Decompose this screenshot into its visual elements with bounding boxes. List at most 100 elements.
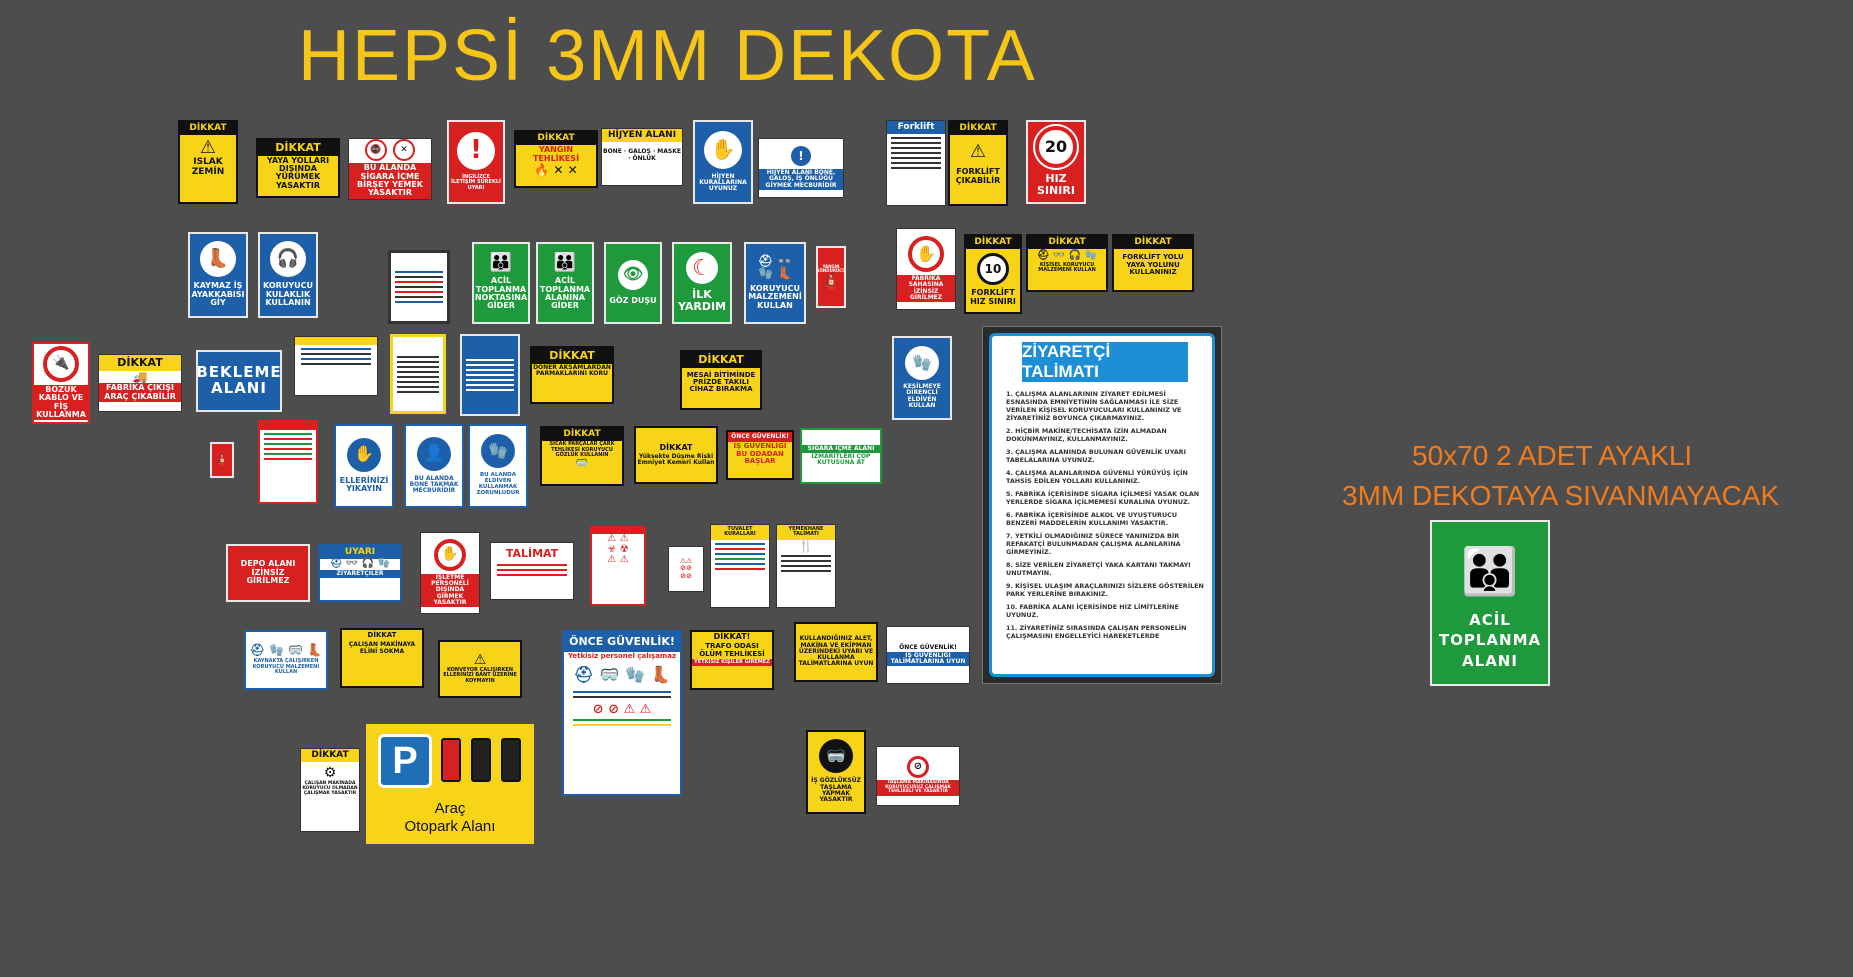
sign-instruction-board[interactable] bbox=[388, 250, 450, 324]
sign-header: YEMEKHANE TALİMATI bbox=[777, 525, 835, 540]
crescent-icon: ☾ bbox=[686, 252, 718, 285]
sign-speed-limit-20[interactable]: 20 HIZ SINIRI bbox=[1026, 120, 1086, 204]
assembly-line-2: TOPLANMA bbox=[1438, 631, 1542, 650]
sign-eye-wash[interactable]: 👁 GÖZ DUŞU bbox=[604, 242, 662, 324]
sign-text: KORUYUCU MALZEMENİ KULLAN bbox=[748, 284, 802, 310]
sign-conveyor[interactable]: ⚠ KONVEYOR ÇALIŞIRKEN ELLERİNİZİ BANT ÜZ… bbox=[438, 640, 522, 698]
sign-hygiene-apron[interactable]: ! HİJYEN ALANI BONE, GALOŞ, İŞ ÖNLÜĞÜ Gİ… bbox=[758, 138, 844, 198]
sign-fire-hazard[interactable]: DİKKAT YANGIN TEHLİKESİ 🔥 ✕ ✕ bbox=[514, 130, 598, 188]
sign-header: DİKKAT bbox=[950, 122, 1006, 136]
assembly-point-icon: 👪 bbox=[489, 252, 513, 274]
assembly-line-3: ALANI bbox=[1462, 651, 1518, 670]
sign-hot-parts[interactable]: DİKKAT SICAK PARÇALAR ÇARK TEHLİKESİ KOR… bbox=[540, 426, 624, 486]
sign-transformer-room[interactable]: DİKKAT! TRAFO ODASI ÖLÜM TEHLİKESİ YETKİ… bbox=[690, 630, 774, 690]
assembly-point-icon: 👪 bbox=[553, 252, 577, 274]
sign-safety-first-room[interactable]: ÖNCE GÜVENLİK! İŞ GÜVENLİĞİ BU ODADAN BA… bbox=[726, 430, 794, 480]
no-grinding-icon: ⊘ bbox=[907, 755, 929, 778]
sign-text: TRAFO ODASI ÖLÜM TEHLİKESİ bbox=[699, 642, 765, 658]
hand-wash-icon: ✋ bbox=[347, 437, 381, 472]
sign-rotating-parts[interactable]: DİKKAT DÖNER AKSAMLARDAN PARMAKLARINI KO… bbox=[530, 346, 614, 404]
sign-no-smoking-eating[interactable]: 🚭 ✕ BU ALANDA SİGARA İÇME BİRŞEY YEMEK Y… bbox=[348, 138, 432, 200]
sign-text: KONVEYOR ÇALIŞIRKEN ELLERİNİZİ BANT ÜZER… bbox=[443, 667, 517, 684]
parking-sign[interactable]: P Araç Otopark Alanı bbox=[366, 724, 534, 844]
sign-ppe-list[interactable] bbox=[294, 336, 378, 396]
assembly-point-icon: 👪 bbox=[1461, 543, 1519, 598]
car-icons bbox=[436, 736, 526, 784]
sign-first-aid[interactable]: ☾ İLK YARDIM bbox=[672, 242, 732, 324]
sign-safety-first-board[interactable]: ÖNCE GÜVENLİK! Yetkisiz personel çalışam… bbox=[562, 630, 682, 796]
sign-unplug-devices[interactable]: DİKKAT MESAİ BİTİMİNDE PRİZDE TAKILI CİH… bbox=[680, 350, 762, 410]
visitor-board-frame: ZİYARETÇİ TALİMATI 1. ÇALIŞMA ALANLARINI… bbox=[989, 333, 1215, 677]
sign-safety-instructions[interactable]: ÖNCE GÜVENLİK! İŞ GÜVENLİĞİ TALİMATLARIN… bbox=[886, 626, 970, 684]
parking-line-2: Otopark Alanı bbox=[404, 818, 496, 835]
sign-safety-shoes[interactable]: 👢 KAYMAZ İŞ AYAKKABISI GİY bbox=[188, 232, 248, 318]
sign-header: DİKKAT bbox=[542, 428, 622, 442]
sign-warehouse[interactable]: DEPO ALANI İZİNSİZ GİRİLMEZ bbox=[226, 544, 310, 602]
sign-forklift-path[interactable]: DİKKAT FORKLİFT YOLU YAYA YOLUNU KULLANI… bbox=[1112, 234, 1194, 292]
no-entry-hand-icon: ✋ bbox=[908, 235, 944, 272]
sign-grinding-guard[interactable]: ⊘ TAŞLAMA MAKİNASINDA KORUYUCUSUZ ÇALIŞM… bbox=[876, 746, 960, 806]
sign-text: BEKLEME ALANI bbox=[196, 363, 282, 397]
eye-wash-icon: 👁 bbox=[618, 259, 648, 290]
sign-extinguisher-small[interactable]: 🧯 bbox=[210, 442, 234, 478]
sign-no-entry-factory[interactable]: ✋ FABRİKA SAHASINA İZİNSİZ GİRİLMEZ bbox=[896, 228, 956, 310]
sign-instruction-talimat[interactable]: TALİMAT bbox=[490, 542, 574, 600]
sign-hair-cover[interactable]: 👤 BU ALANDA BONE TAKMAK MECBURİDİR bbox=[404, 424, 464, 508]
sign-machine-guard[interactable]: DİKKAT ⚙ ÇALIŞAN MAKİNADA KORUYUCU OLMAD… bbox=[300, 748, 360, 832]
sign-hygiene-area[interactable]: HİJYEN ALANI BONE · GALOŞ · MASKE · ÖNLÜ… bbox=[601, 128, 683, 186]
sign-wet-floor[interactable]: DİKKAT ⚠ ISLAK ZEMİN bbox=[178, 120, 238, 204]
sign-ppe-required[interactable]: DİKKAT ⛑ 👓 🎧 🧤 KİŞİSEL KORUYUCU MALZEMEN… bbox=[1026, 234, 1108, 292]
text-lines bbox=[572, 688, 672, 701]
sign-ear-protection[interactable]: 🎧 KORUYUCU KULAKLIK KULLANIN bbox=[258, 232, 318, 318]
ppe-icons: ⛑ 👓 🎧 🧤 bbox=[329, 558, 391, 570]
sign-wash-hands[interactable]: ✋ ELLERİNİZİ YIKAYIN bbox=[334, 424, 394, 508]
sign-hygiene-rules[interactable]: ✋ HİJYEN KURALLARINA UYUNUZ bbox=[693, 120, 753, 204]
sign-visitors-warning[interactable]: UYARI ⛑ 👓 🎧 🧤 ZİYARETÇİLER bbox=[318, 544, 402, 602]
sign-protective-gear[interactable]: ⛑ 👓 🧤 👢 KORUYUCU MALZEMENİ KULLAN bbox=[744, 242, 806, 324]
sign-forklift-exit[interactable]: DİKKAT ⚠ FORKLİFT ÇIKABİLİR bbox=[948, 120, 1008, 206]
sign-rules-yellow[interactable] bbox=[390, 334, 446, 414]
sign-text: İLK YARDIM bbox=[677, 288, 727, 313]
sign-toilet-rules[interactable]: TUVALET KURALLARI bbox=[710, 524, 770, 608]
sign-waiting-area[interactable]: BEKLEME ALANI bbox=[196, 350, 282, 412]
sign-header: DİKKAT bbox=[659, 442, 693, 452]
ear-protection-icon: 🎧 bbox=[270, 241, 306, 278]
sign-gloves-required[interactable]: 🧤 BU ALANDA ELDİVEN KULLANMAK ZORUNLUDUR bbox=[468, 424, 528, 508]
text-lines bbox=[395, 268, 443, 306]
sign-welding-ppe[interactable]: ⛑ 🧤 🥽 👢 KAYNAKTA ÇALIŞIRKEN KORUYUCU MAL… bbox=[244, 630, 328, 690]
sign-forklift-instructions[interactable]: Forklift bbox=[886, 120, 946, 206]
sign-exclamation[interactable]: ! İNGİLİZCE İLETİŞİM SÜREKLİ UYARI bbox=[447, 120, 505, 204]
sign-pedestrian-path[interactable]: DİKKAT YAYA YOLLARI DIŞINDA YÜRÜMEK YASA… bbox=[256, 138, 340, 198]
sign-hazard-grid[interactable]: ⚠⚠ ⊘⊘ ⊘⊘ bbox=[668, 546, 704, 592]
visitor-rule: 10. FABRİKA ALANI İÇERİSİNDE HIZ LİMİTLE… bbox=[1006, 603, 1179, 619]
visitor-instructions-board[interactable]: ZİYARETÇİ TALİMATI 1. ÇALIŞMA ALANLARINI… bbox=[982, 326, 1222, 684]
sign-fall-risk[interactable]: DİKKAT Yüksekte Düşme Riski Emniyet Keme… bbox=[634, 426, 718, 484]
sign-text: İŞ GÜVENLİĞİ TALİMATLARINA UYUN bbox=[887, 651, 969, 667]
sign-tool-instructions[interactable]: KULLANDIĞINIZ ALET, MAKİNA VE EKİPMAN ÜZ… bbox=[794, 622, 878, 682]
sign-text: HİJYEN KURALLARINA UYUNUZ bbox=[699, 172, 747, 193]
sign-cut-resistant-gloves[interactable]: 🧤 KESİLMEYE DİRENÇLİ ELDİVEN KULLAN bbox=[892, 336, 952, 420]
sign-staff-only[interactable]: ✋ İŞLETME PERSONELİ DIŞINDA GİRMEK YASAK… bbox=[420, 532, 480, 614]
visitor-rule: 1. ÇALIŞMA ALANLARININ ZİYARET EDİLMESİ … bbox=[1006, 390, 1182, 422]
sign-factory-exit[interactable]: DİKKAT 🚚 FABRİKA ÇIKIŞI ARAÇ ÇIKABİLİR bbox=[98, 354, 182, 412]
ppe-icons: ⛑ 👓 🎧 🧤 bbox=[1036, 250, 1098, 262]
sign-machine-hand[interactable]: DİKKAT ÇALIŞAN MAKİNAYA ELİNİ SOKMA bbox=[340, 628, 424, 688]
sign-rules-blue[interactable] bbox=[460, 334, 520, 416]
sign-assembly-point-small-2[interactable]: 👪 ACİL TOPLANMA ALANINA GİDER bbox=[536, 242, 594, 324]
sign-header: DİKKAT bbox=[99, 355, 181, 371]
sign-smoking-area[interactable]: SIGARA İÇME ALANI İZMARİTLERİ ÇÖP KUTUSU… bbox=[800, 428, 882, 484]
sign-header: ÖNCE GÜVENLİK! bbox=[564, 632, 680, 652]
sign-text: İŞLETME PERSONELİ DIŞINDA GİRMEK YASAKTI… bbox=[421, 573, 479, 608]
sign-grinding-goggles[interactable]: 🥽 İŞ GÖZLÜKSÜZ TAŞLAMA YAPMAK YASAKTIR bbox=[806, 730, 866, 814]
sign-chemical-hazards[interactable]: ⚠ ⚠ ☣ ☢ ⚠ ⚠ bbox=[590, 526, 646, 606]
sign-assembly-point-small-1[interactable]: 👪 ACİL TOPLANMA NOKTASINA GİDER bbox=[472, 242, 530, 324]
assembly-area-sign[interactable]: 👪 ACİL TOPLANMA ALANI bbox=[1430, 520, 1550, 686]
sign-broken-cable[interactable]: 🔌 BOZUK KABLO VE FİŞ KULLANMA bbox=[32, 342, 90, 424]
sign-forklift-speed-10[interactable]: DİKKAT 10 FORKLİFT HIZ SINIRI bbox=[964, 234, 1022, 314]
sign-fire-extinguisher[interactable]: YANGIN SÖNDÜRÜCÜ 🧯 bbox=[816, 246, 846, 308]
sign-cafeteria-rules[interactable]: YEMEKHANE TALİMATI 🍴 bbox=[776, 524, 836, 608]
visitor-rule: 5. FABRİKA İÇERİSİNDE SİGARA İÇİLMESİ YA… bbox=[1006, 490, 1200, 506]
hazard-icons: ⚠⚠ ⊘⊘ ⊘⊘ bbox=[679, 556, 693, 580]
visitor-rules-list: 1. ÇALIŞMA ALANLARININ ZİYARET EDİLMESİ … bbox=[1006, 390, 1206, 645]
sign-emergency-list[interactable] bbox=[258, 420, 318, 504]
